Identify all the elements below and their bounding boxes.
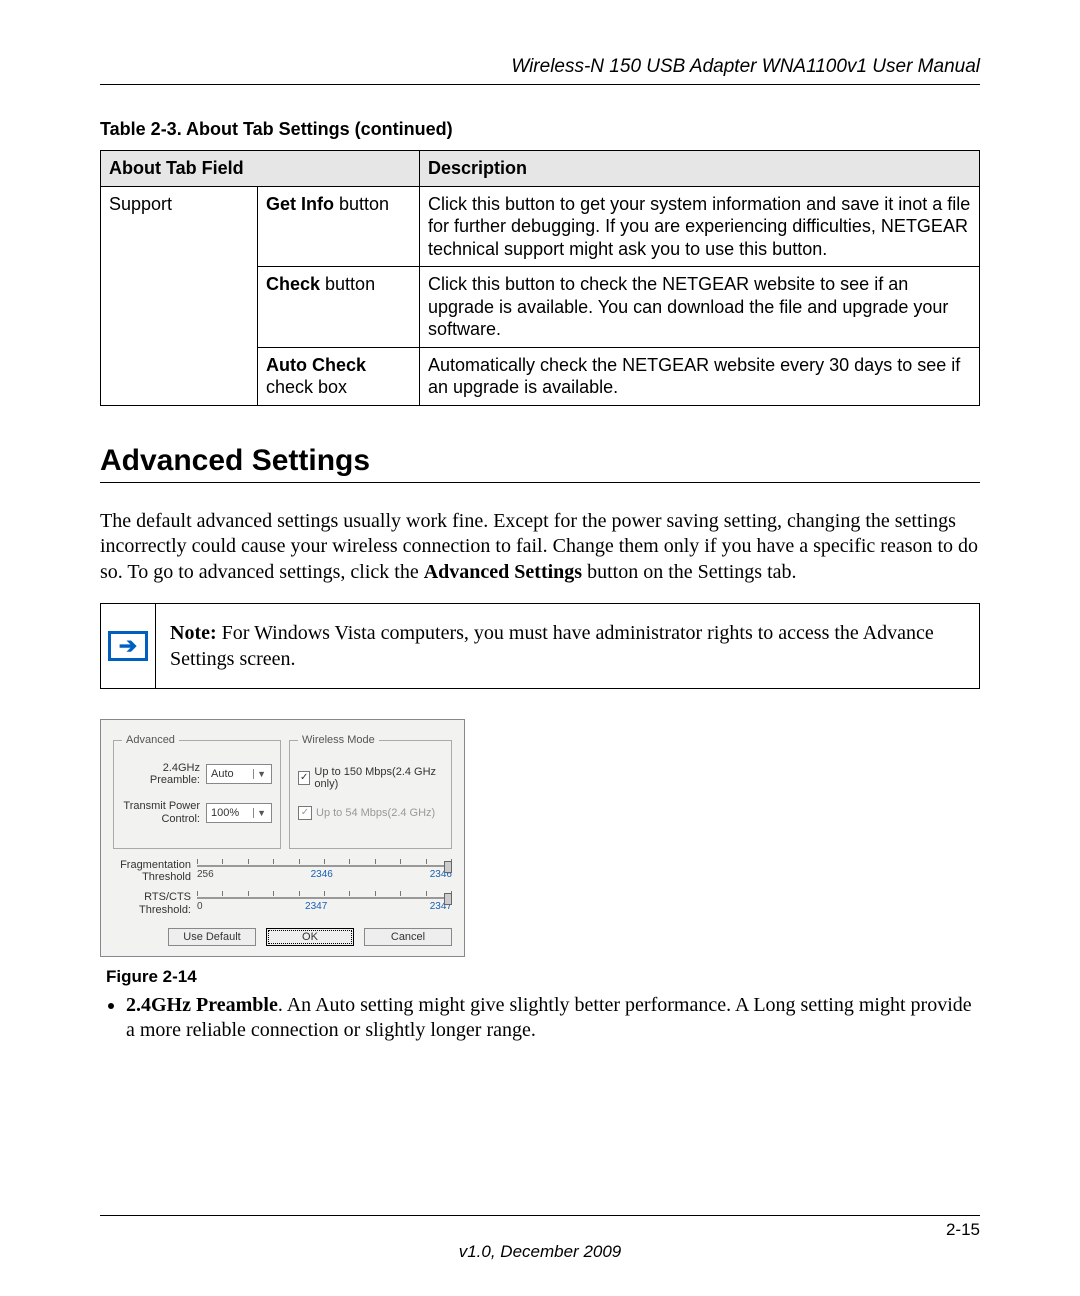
frag-label: Fragmentation Threshold <box>113 859 191 883</box>
intro-paragraph: The default advanced settings usually wo… <box>100 509 980 586</box>
chevron-down-icon: ▼ <box>253 769 269 779</box>
bullet-list: 2.4GHz Preamble. An Auto setting might g… <box>100 993 980 1044</box>
checkbox-150mbps-label: Up to 150 Mbps(2.4 GHz only) <box>314 766 443 790</box>
table-row: Support Get Info button Click this butto… <box>101 186 980 267</box>
preamble-combo[interactable]: Auto ▼ <box>206 764 272 784</box>
about-tab-table: About Tab Field Description Support Get … <box>100 150 980 406</box>
cell-category: Support <box>101 186 258 405</box>
use-default-button[interactable]: Use Default <box>168 928 256 946</box>
cell-subfield: Check button <box>258 267 420 348</box>
advanced-settings-dialog: Advanced 2.4GHz Preamble: Auto ▼ Transmi… <box>100 719 465 956</box>
chevron-down-icon: ▼ <box>253 808 269 818</box>
cell-subfield: Get Info button <box>258 186 420 267</box>
cell-subfield: Auto Check check box <box>258 347 420 405</box>
ok-button[interactable]: OK <box>266 928 354 946</box>
group-advanced: Advanced 2.4GHz Preamble: Auto ▼ Transmi… <box>113 734 281 849</box>
arrow-right-icon: ➔ <box>108 631 148 661</box>
note-icon-cell: ➔ <box>101 604 156 688</box>
figure-caption: Figure 2-14 <box>106 967 980 987</box>
group-advanced-legend: Advanced <box>122 734 179 746</box>
checkbox-150mbps[interactable]: ✓ <box>298 771 310 785</box>
cell-desc: Automatically check the NETGEAR website … <box>420 347 980 405</box>
footer-version: v1.0, December 2009 <box>100 1242 980 1262</box>
frag-slider[interactable]: 256 2346 2346 <box>197 859 452 883</box>
cell-desc: Click this button to check the NETGEAR w… <box>420 267 980 348</box>
page-number: 2-15 <box>100 1220 980 1240</box>
table-caption: Table 2-3. About Tab Settings (continued… <box>100 119 980 140</box>
section-heading: Advanced Settings <box>100 444 980 483</box>
figure-screenshot: Advanced 2.4GHz Preamble: Auto ▼ Transmi… <box>100 719 980 956</box>
power-label: Transmit Power Control: <box>122 800 206 824</box>
rts-slider[interactable]: 0 2347 2347 <box>197 891 452 915</box>
list-item: 2.4GHz Preamble. An Auto setting might g… <box>126 993 980 1044</box>
th-field: About Tab Field <box>101 151 420 187</box>
group-wireless-mode: Wireless Mode ✓ Up to 150 Mbps(2.4 GHz o… <box>289 734 452 849</box>
checkbox-54mbps-label: Up to 54 Mbps(2.4 GHz) <box>316 807 435 819</box>
page-footer: 2-15 v1.0, December 2009 <box>100 1215 980 1262</box>
cancel-button[interactable]: Cancel <box>364 928 452 946</box>
note-text: Note: For Windows Vista computers, you m… <box>156 604 979 688</box>
th-desc: Description <box>420 151 980 187</box>
group-wireless-legend: Wireless Mode <box>298 734 379 746</box>
note-box: ➔ Note: For Windows Vista computers, you… <box>100 603 980 689</box>
power-combo[interactable]: 100% ▼ <box>206 803 272 823</box>
rts-label: RTS/CTS Threshold: <box>113 891 191 915</box>
running-header: Wireless-N 150 USB Adapter WNA1100v1 Use… <box>100 56 980 85</box>
checkbox-54mbps[interactable]: ✓ <box>298 806 312 820</box>
preamble-label: 2.4GHz Preamble: <box>122 762 206 786</box>
cell-desc: Click this button to get your system inf… <box>420 186 980 267</box>
